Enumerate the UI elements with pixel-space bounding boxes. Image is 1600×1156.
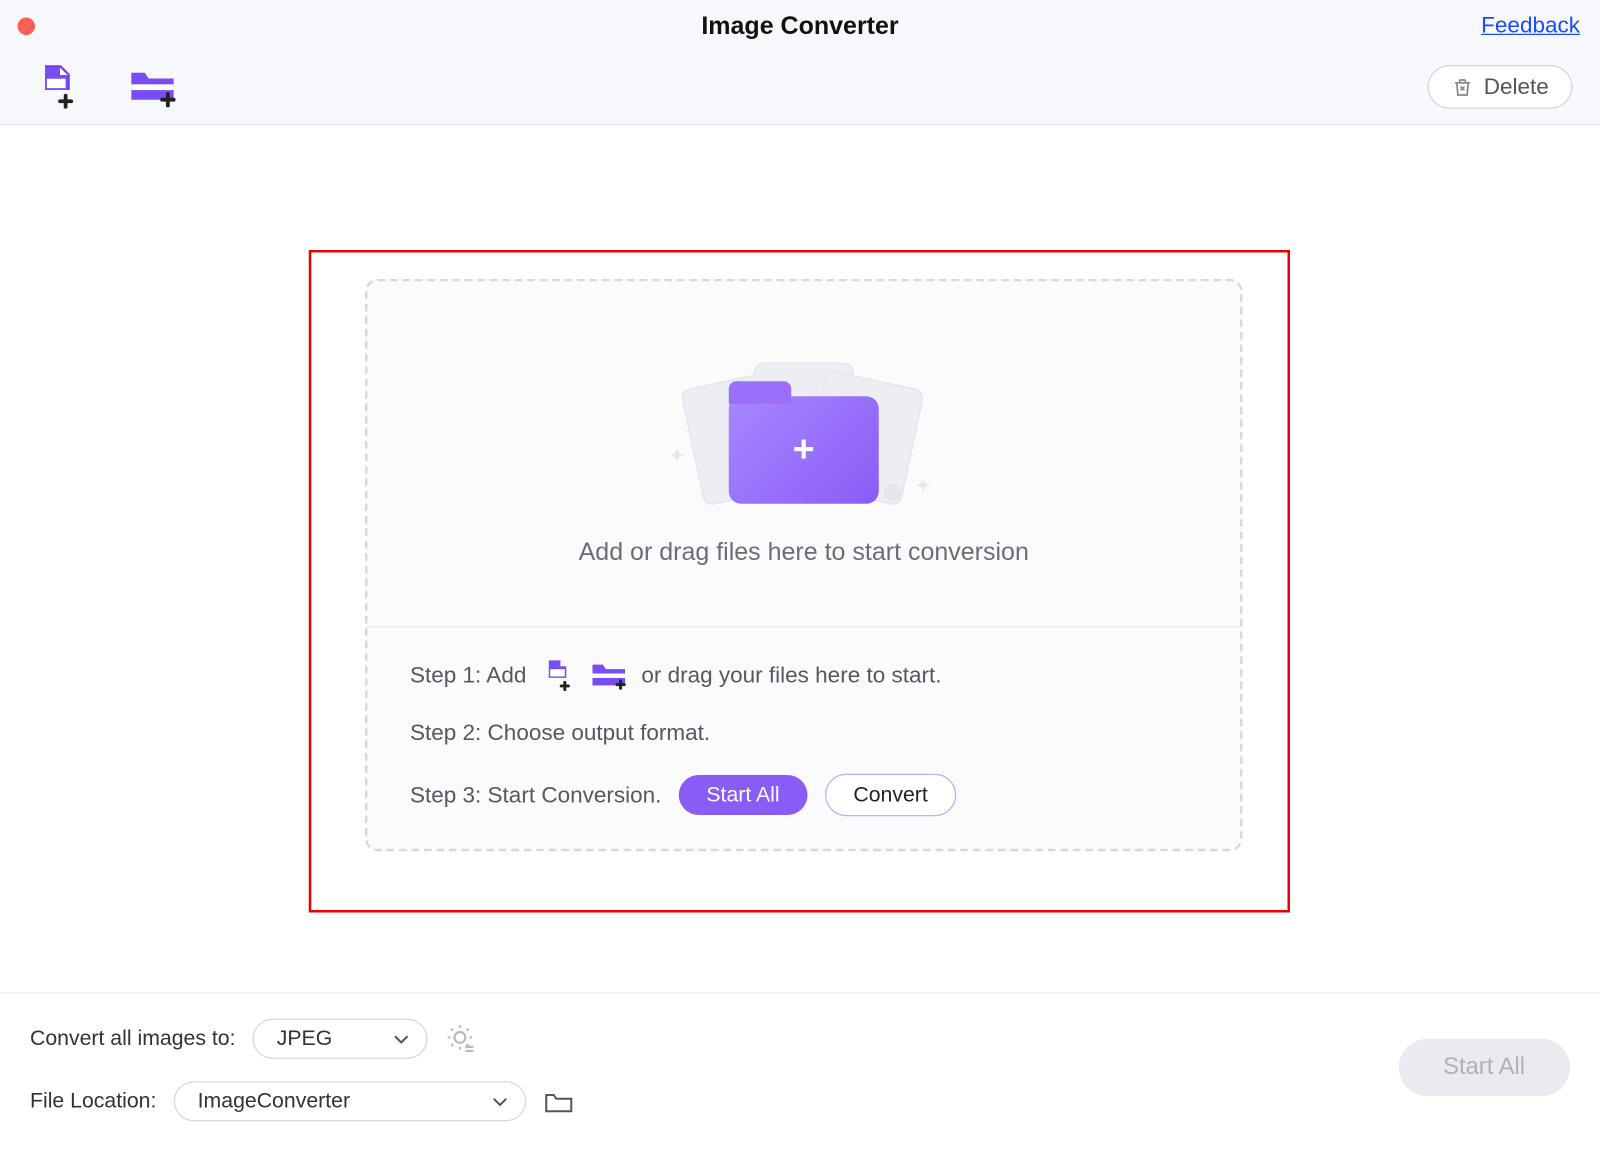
steps-list: Step 1: Add or drag your files here to s…: [368, 628, 1241, 849]
delete-button[interactable]: Delete: [1427, 65, 1572, 109]
add-folder-icon[interactable]: [128, 65, 178, 108]
step3-prefix: Step 3: Start Conversion.: [410, 782, 661, 808]
dropzone-prompt: Add or drag files here to start conversi…: [579, 538, 1029, 567]
add-folder-mini-icon[interactable]: [589, 659, 629, 692]
app-title: Image Converter: [0, 13, 1600, 42]
chevron-down-icon: [394, 1026, 409, 1051]
delete-label: Delete: [1484, 74, 1549, 100]
feedback-link[interactable]: Feedback: [1481, 13, 1580, 39]
convert-example-button[interactable]: Convert: [825, 774, 957, 817]
add-file-mini-icon[interactable]: [539, 658, 577, 693]
output-format-select[interactable]: JPEG: [253, 1019, 428, 1059]
file-location-label: File Location:: [30, 1089, 156, 1114]
start-all-example-button[interactable]: Start All: [679, 775, 807, 815]
output-format-value: JPEG: [277, 1026, 333, 1050]
add-file-icon[interactable]: [33, 64, 81, 109]
settings-icon[interactable]: [446, 1023, 479, 1056]
step-2: Step 2: Choose output format.: [410, 720, 1198, 746]
dropzone-area[interactable]: ✦ + ✦ Add or drag files here to start co…: [368, 281, 1241, 627]
dropzone-panel: ✦ + ✦ Add or drag files here to start co…: [365, 279, 1243, 852]
step-1: Step 1: Add or drag your files here to s…: [410, 658, 1198, 693]
convert-to-label: Convert all images to:: [30, 1026, 236, 1051]
main-area: ✦ + ✦ Add or drag files here to start co…: [0, 125, 1600, 993]
step-3: Step 3: Start Conversion. Start All Conv…: [410, 774, 1198, 817]
footer-bar: Convert all images to: JPEG File Locatio…: [0, 993, 1600, 1156]
file-location-select[interactable]: ImageConverter: [174, 1081, 527, 1121]
step1-prefix: Step 1: Add: [410, 662, 526, 688]
open-folder-icon[interactable]: [544, 1089, 574, 1114]
dropzone-illustration: ✦ + ✦: [679, 341, 929, 504]
trash-icon: [1451, 74, 1474, 100]
titlebar: Image Converter Feedback: [0, 0, 1600, 125]
step1-suffix: or drag your files here to start.: [641, 662, 941, 688]
start-all-button[interactable]: Start All: [1398, 1039, 1570, 1097]
file-location-value: ImageConverter: [198, 1089, 350, 1113]
chevron-down-icon: [493, 1089, 508, 1114]
